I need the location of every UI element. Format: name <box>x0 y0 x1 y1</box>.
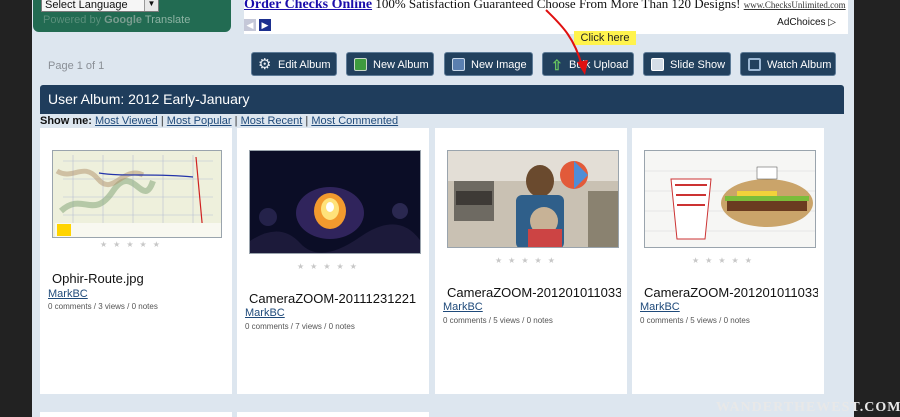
image-thumbnail[interactable] <box>52 150 222 238</box>
image-caption[interactable]: CameraZOOM-201201011033 <box>447 285 621 300</box>
rating-stars[interactable]: ★★★★★ <box>297 262 363 271</box>
powered-by-text: Powered by Google Translate <box>43 14 190 26</box>
image-card-partial <box>237 412 429 417</box>
translate-link[interactable]: Translate <box>145 14 190 26</box>
rating-stars[interactable]: ★★★★★ <box>495 256 561 265</box>
rating-stars[interactable]: ★★★★★ <box>692 256 758 265</box>
ad-url[interactable]: www.ChecksUnlimited.com <box>744 0 846 10</box>
filter-separator: | <box>305 115 309 127</box>
image-card-partial <box>40 412 232 417</box>
filter-separator: | <box>234 115 238 127</box>
watch-icon <box>748 58 761 71</box>
show-me-label: Show me: <box>40 115 92 127</box>
image-owner-link[interactable]: MarkBC <box>245 307 285 319</box>
new-album-button[interactable]: New Album <box>346 52 434 76</box>
map-thumbnail-graphic <box>53 151 221 237</box>
annotation-arrow <box>545 9 588 75</box>
image-stats: 0 comments / 5 views / 0 notes <box>443 316 553 325</box>
album-title: User Album: 2012 Early-January <box>40 85 844 114</box>
fire-thumbnail-graphic <box>250 151 420 253</box>
powered-by-label: Powered by <box>43 14 102 26</box>
image-owner-link[interactable]: MarkBC <box>48 288 88 300</box>
image-card: ★★★★★ Ophir-Route.jpg MarkBC 0 comments … <box>40 128 232 394</box>
image-card: ★★★★★ CameraZOOM-201201011033 MarkBC 0 c… <box>632 128 824 394</box>
ad-nav: ◀ ▶ <box>244 15 274 33</box>
image-thumbnail[interactable] <box>249 150 421 254</box>
slideshow-icon <box>651 58 664 71</box>
filter-most-commented[interactable]: Most Commented <box>311 115 398 127</box>
filter-most-recent[interactable]: Most Recent <box>241 115 303 127</box>
language-select-label: Select Language <box>45 0 128 11</box>
craft-thumbnail-graphic <box>645 151 815 247</box>
filter-most-viewed[interactable]: Most Viewed <box>95 115 158 127</box>
slide-show-label: Slide Show <box>670 59 726 71</box>
ad-headline-link[interactable]: Order Checks Online <box>244 0 372 12</box>
gear-icon <box>258 53 272 77</box>
ad-next-icon[interactable]: ▶ <box>259 19 271 31</box>
filter-most-popular[interactable]: Most Popular <box>167 115 232 127</box>
filter-separator: | <box>160 115 164 127</box>
image-caption[interactable]: CameraZOOM-20111231221 <box>249 291 423 306</box>
watermark: WANDERTHEWEST.COM <box>716 400 900 415</box>
image-icon <box>452 58 465 71</box>
ad-prev-icon[interactable]: ◀ <box>244 19 256 31</box>
adchoices-link[interactable]: AdChoices ▷ <box>777 17 836 28</box>
image-caption[interactable]: CameraZOOM-201201011033 <box>644 285 818 300</box>
rating-stars[interactable]: ★★★★★ <box>100 240 166 249</box>
image-thumbnail[interactable] <box>644 150 816 248</box>
image-thumbnail[interactable] <box>447 150 619 248</box>
image-owner-link[interactable]: MarkBC <box>443 301 483 313</box>
new-album-label: New Album <box>373 59 429 71</box>
new-image-button[interactable]: New Image <box>444 52 533 76</box>
image-owner-link[interactable]: MarkBC <box>640 301 680 313</box>
image-stats: 0 comments / 5 views / 0 notes <box>640 316 750 325</box>
edit-album-button[interactable]: Edit Album <box>251 52 337 77</box>
google-logo: Google <box>104 14 143 26</box>
language-select[interactable]: Select Language ▼ <box>41 0 159 12</box>
show-me-bar: Show me: Most Viewed | Most Popular | Mo… <box>40 115 398 127</box>
album-icon <box>354 58 367 71</box>
image-stats: 0 comments / 3 views / 0 notes <box>48 302 158 311</box>
image-stats: 0 comments / 7 views / 0 notes <box>245 322 355 331</box>
chevron-down-icon[interactable]: ▼ <box>144 0 158 11</box>
edit-album-label: Edit Album <box>278 59 331 71</box>
kitchen-thumbnail-graphic <box>448 151 618 247</box>
watch-album-label: Watch Album <box>767 59 832 71</box>
image-card: ★★★★★ CameraZOOM-20111231221 MarkBC 0 co… <box>237 128 429 394</box>
image-card: ★★★★★ CameraZOOM-201201011033 MarkBC 0 c… <box>435 128 627 394</box>
new-image-label: New Image <box>471 59 527 71</box>
watch-album-button[interactable]: Watch Album <box>740 52 836 76</box>
page-indicator: Page 1 of 1 <box>48 60 105 72</box>
translate-widget: Select Language ▼ Powered by Google Tran… <box>33 0 231 32</box>
image-caption[interactable]: Ophir-Route.jpg <box>52 271 226 286</box>
slide-show-button[interactable]: Slide Show <box>643 52 731 76</box>
